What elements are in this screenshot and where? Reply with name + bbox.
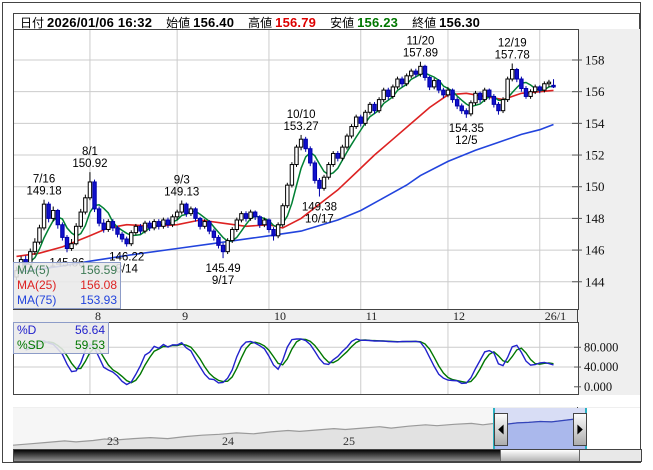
swing-annotation: 153.27 — [283, 121, 318, 133]
ma75-value: 153.93 — [80, 293, 117, 308]
price-axis-tick: 158 — [585, 53, 605, 68]
swing-annotation: 145.49 — [205, 263, 240, 275]
stochastic-legend-box: %D 56.64 %SD 59.53 — [13, 322, 109, 354]
swing-annotation: 154.35 — [449, 123, 484, 135]
swing-annotation: 150.92 — [72, 158, 107, 170]
scrollbar-track-right[interactable] — [580, 450, 641, 461]
stochastic-axis-tick: 40.000 — [584, 360, 618, 374]
pct-sd-row: %SD 59.53 — [17, 338, 105, 353]
ma25-row: MA(25) 156.08 — [17, 278, 117, 293]
swing-annotation: 7/16 — [33, 174, 55, 186]
year-label: 25 — [343, 434, 355, 448]
swing-annotation: 157.78 — [495, 49, 530, 61]
year-label: 23 — [107, 434, 119, 448]
swing-annotation: 149.13 — [164, 187, 199, 199]
ma5-value: 156.59 — [80, 263, 117, 278]
pct-d-value: 56.64 — [75, 323, 105, 338]
navigator-scroll-left-button[interactable] — [495, 414, 508, 446]
swing-annotation: 10/17 — [305, 214, 334, 226]
close-value: 156.30 — [439, 15, 480, 30]
low-value: 156.23 — [357, 15, 398, 30]
price-axis-tick: 152 — [585, 148, 605, 163]
stochastic-axis-tick: 0.000 — [584, 380, 612, 394]
swing-annotation: 10/10 — [287, 109, 316, 121]
swing-annotation: 149.18 — [26, 186, 61, 198]
ma75-label: MA(75) — [17, 293, 56, 308]
pct-sd-label: %SD — [17, 338, 44, 353]
chart-app-window: 日付 2026/01/06 16:32 始値 156.40 高値 156.79 … — [2, 2, 641, 463]
price-axis-tick: 154 — [585, 116, 605, 131]
price-axis-tick: 144 — [585, 274, 605, 289]
ma-legend-box: MA(5) 156.59 MA(25) 156.08 MA(75) 153.93 — [13, 262, 121, 309]
open-value: 156.40 — [193, 15, 234, 30]
axis-corner — [577, 310, 640, 322]
year-label: 24 — [222, 434, 234, 448]
price-axis-tick: 150 — [585, 179, 605, 194]
ma75-row: MA(75) 153.93 — [17, 293, 117, 308]
stochastic-axis-tick: 80.000 — [584, 340, 618, 354]
ma25-label: MA(25) — [17, 278, 56, 293]
range-navigator[interactable]: 23 24 25 — [13, 408, 640, 449]
swing-annotation: 157.89 — [403, 48, 438, 60]
price-axis-tick: 148 — [585, 211, 605, 226]
pct-d-label: %D — [17, 323, 36, 338]
screenshot-stage: 日付 2026/01/06 16:32 始値 156.40 高値 156.79 … — [0, 0, 653, 470]
swing-annotation: 12/5 — [455, 135, 477, 147]
date-value: 2026/01/06 16:32 — [47, 15, 152, 30]
horizontal-scrollbar[interactable] — [13, 449, 642, 462]
month-axis-main: 8910111226/1 — [13, 310, 640, 322]
price-axis-tick: 156 — [585, 84, 605, 99]
ma25-value: 156.08 — [80, 278, 117, 293]
pct-d-row: %D 56.64 — [17, 323, 105, 338]
navigator-scroll-right-button[interactable] — [574, 414, 587, 446]
ma5-row: MA(5) 156.59 — [17, 263, 117, 278]
swing-annotation: 8/1 — [82, 146, 98, 158]
swing-annotation: 149.38 — [302, 202, 337, 214]
scrollbar-thumb[interactable] — [500, 450, 580, 461]
swing-annotation: 11/20 — [406, 36, 434, 48]
price-axis-tick: 146 — [585, 243, 605, 258]
high-value: 156.79 — [275, 15, 316, 30]
swing-annotation: 12/19 — [498, 37, 527, 49]
pct-sd-value: 59.53 — [75, 338, 105, 353]
swing-annotation: 9/3 — [174, 175, 190, 187]
ma5-label: MA(5) — [17, 263, 50, 278]
swing-annotation: 9/17 — [212, 275, 234, 287]
scrollbar-track-left[interactable] — [14, 450, 500, 461]
